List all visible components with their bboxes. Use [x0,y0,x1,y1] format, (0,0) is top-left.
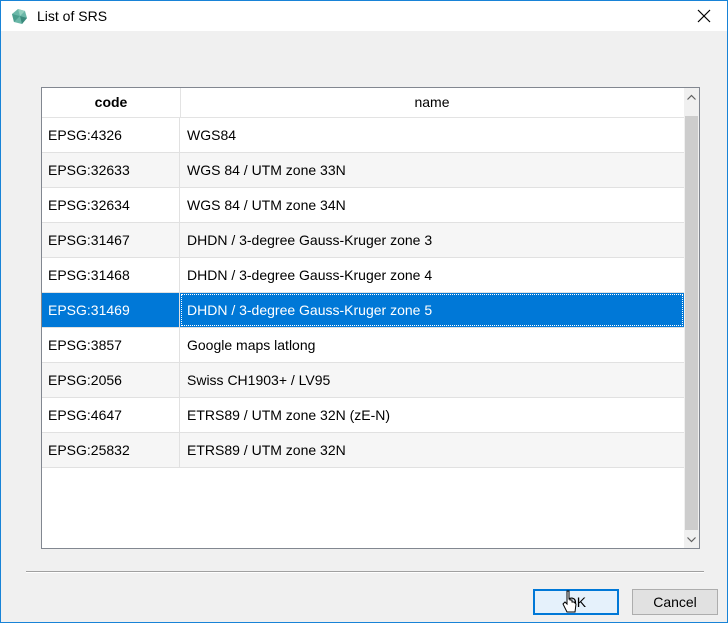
cell-name: ETRS89 / UTM zone 32N (zE-N) [187,407,391,423]
ok-button[interactable]: OK [533,589,619,615]
window-title: List of SRS [37,8,108,24]
cell-code: EPSG:4326 [42,118,180,152]
cell-name: Google maps latlong [187,337,316,353]
table-row[interactable]: EPSG:31467 DHDN / 3-degree Gauss-Kruger z… [42,223,684,258]
table-header: code name [42,88,684,118]
table-row[interactable]: EPSG:2056 Swiss CH1903+ / LV95 [42,363,684,398]
cell-name: WGS84 [187,127,237,143]
srs-table[interactable]: code name EPSG:4326 WGS84 EPSG:32633 WGS 84… [41,87,700,549]
scroll-up-button[interactable] [684,88,699,105]
cell-code: EPSG:2056 [42,363,180,397]
title-bar[interactable]: List of SRS [1,1,727,31]
table-row[interactable]: EPSG:3857 Google maps latlong [42,328,684,363]
cell-name: WGS 84 / UTM zone 33N [187,162,346,178]
divider [26,571,704,573]
table-row[interactable]: EPSG:31468 DHDN / 3-degree Gauss-Kruger z… [42,258,684,293]
cell-code: EPSG:32634 [42,188,180,222]
close-icon [697,9,711,23]
cancel-button[interactable]: Cancel [632,589,718,615]
table-row[interactable]: EPSG:32633 WGS 84 / UTM zone 33N [42,153,684,188]
cell-name: WGS 84 / UTM zone 34N [187,197,346,213]
qgis-logo-icon [12,9,27,24]
cell-code: EPSG:32633 [42,153,180,187]
cell-code: EPSG:25832 [42,433,180,467]
table-row[interactable]: EPSG:4326 WGS84 [42,118,684,153]
chevron-down-icon [687,536,696,542]
cell-code: EPSG:31467 [42,223,180,257]
cell-code: EPSG:31468 [42,258,180,292]
scrollbar-thumb[interactable] [685,116,698,530]
cell-name: ETRS89 / UTM zone 32N [187,442,346,458]
cell-code: EPSG:4647 [42,398,180,432]
cell-code: EPSG:31469 [42,293,180,327]
table-body: EPSG:4326 WGS84 EPSG:32633 WGS 84 / UTM zon… [42,118,684,468]
scroll-down-button[interactable] [684,531,699,548]
cell-name: DHDN / 3-degree Gauss-Kruger zone 5 [180,293,684,327]
cell-name: DHDN / 3-degree Gauss-Kruger zone 4 [187,267,433,283]
table-row[interactable]: EPSG:4647 ETRS89 / UTM zone 32N (zE-N) [42,398,684,433]
table-row[interactable]: EPSG:32634 WGS 84 / UTM zone 34N [42,188,684,223]
cell-code: EPSG:3857 [42,328,180,362]
column-header-code[interactable]: code [42,88,181,117]
vertical-scrollbar[interactable] [684,88,699,548]
close-button[interactable] [681,1,727,31]
column-header-name[interactable]: name [181,88,683,117]
chevron-up-icon [687,94,696,100]
srs-dialog: List of SRS code name EPSG:4326 WGS84 EPSG… [0,0,728,623]
cell-name: DHDN / 3-degree Gauss-Kruger zone 3 [187,232,433,248]
cell-name: Swiss CH1903+ / LV95 [187,372,331,388]
table-row[interactable]: EPSG:25832 ETRS89 / UTM zone 32N [42,433,684,468]
table-row[interactable]: EPSG:31469 DHDN / 3-degree Gauss-Kruger z… [42,293,684,328]
